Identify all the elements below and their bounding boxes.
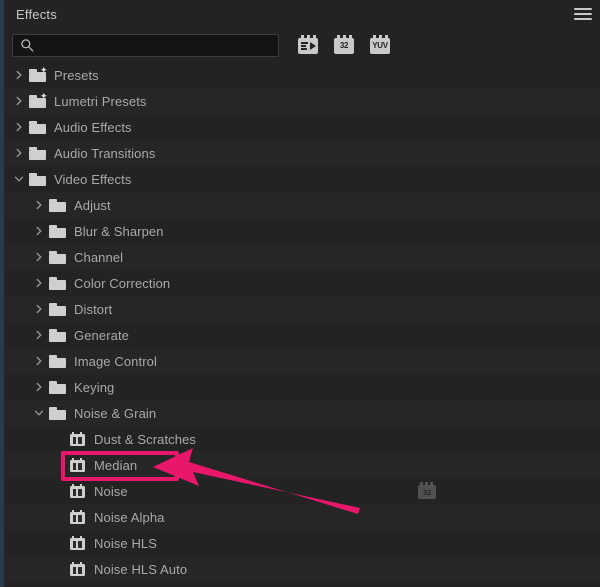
tree-folder-item[interactable]: ✦ Lumetri Presets (4, 88, 600, 114)
folder-icon (26, 172, 48, 186)
tree-item-label: Presets (54, 67, 99, 83)
tree-item-label: Audio Effects (54, 119, 132, 135)
chevron-right-icon[interactable] (32, 328, 46, 342)
preset-folder-icon: ✦ (26, 91, 48, 108)
chevron-right-icon[interactable] (32, 354, 46, 368)
tree-item-label: Channel (74, 249, 124, 265)
tree-item-label: Noise HLS Auto (94, 561, 188, 577)
folder-icon (46, 198, 68, 212)
32-bit-badge-icon: 32 (417, 482, 437, 500)
panel-titlebar: Effects (4, 0, 600, 28)
chevron-right-icon[interactable] (32, 380, 46, 394)
effect-item[interactable]: Noise HLS Auto (4, 556, 600, 582)
effect-item[interactable]: Median (4, 452, 600, 478)
chip-yuv-label: YUV (372, 41, 388, 50)
tree-item-label: Distort (74, 301, 113, 317)
tree-folder-item[interactable]: Audio Transitions (4, 140, 600, 166)
chevron-right-icon[interactable] (12, 94, 26, 108)
twisty-spacer (52, 458, 66, 472)
folder-icon (46, 276, 68, 290)
hamburger-menu-icon[interactable] (574, 6, 592, 22)
effects-panel: Effects 32 YUV ✦ Presets ✦ Lumetri Prese… (0, 0, 600, 587)
search-box[interactable] (12, 33, 279, 57)
effect-icon (66, 458, 88, 472)
effect-icon (66, 484, 88, 498)
tree-item-label: Keying (74, 379, 115, 395)
search-input[interactable] (13, 34, 278, 56)
effect-item[interactable]: Dust & Scratches (4, 426, 600, 452)
tree-item-label: Noise HLS (94, 535, 158, 551)
folder-icon (46, 380, 68, 394)
tree-item-label: Adjust (74, 197, 111, 213)
accelerated-effects-filter[interactable] (297, 35, 319, 55)
yuv-color-filter[interactable]: YUV (369, 35, 391, 55)
tree-folder-item[interactable]: Generate (4, 322, 600, 348)
tree-item-label: Noise & Grain (74, 405, 157, 421)
chevron-right-icon[interactable] (12, 120, 26, 134)
chevron-right-icon[interactable] (12, 68, 26, 82)
effect-icon (66, 562, 88, 576)
twisty-spacer (52, 562, 66, 576)
folder-icon (46, 354, 68, 368)
tree-item-label: Noise Alpha (94, 509, 165, 525)
chevron-right-icon[interactable] (32, 250, 46, 264)
chevron-right-icon[interactable] (32, 276, 46, 290)
effect-item[interactable]: Noise HLS (4, 530, 600, 556)
tree-folder-item[interactable]: Color Correction (4, 270, 600, 296)
folder-icon (26, 146, 48, 160)
effect-icon (66, 432, 88, 446)
folder-icon (46, 302, 68, 316)
tree-item-label: Video Effects (54, 171, 132, 187)
effects-tree: ✦ Presets ✦ Lumetri Presets Audio Effects Aud… (4, 62, 600, 582)
chevron-right-icon[interactable] (12, 146, 26, 160)
effect-icon (66, 510, 88, 524)
twisty-spacer (52, 536, 66, 550)
preset-folder-icon: ✦ (26, 65, 48, 82)
tree-item-label: Noise (94, 483, 128, 499)
tree-item-label: Median (94, 457, 138, 473)
filter-chips: 32 YUV (297, 35, 391, 55)
32-bit-color-filter[interactable]: 32 (333, 35, 355, 55)
chip-32-label: 32 (339, 41, 349, 50)
chevron-down-icon[interactable] (32, 406, 46, 420)
tree-folder-item[interactable]: Distort (4, 296, 600, 322)
tree-item-label: Lumetri Presets (54, 93, 147, 109)
twisty-spacer (52, 432, 66, 446)
tree-item-label: Image Control (74, 353, 157, 369)
tree-folder-item[interactable]: Noise & Grain (4, 400, 600, 426)
tree-item-label: Dust & Scratches (94, 431, 197, 447)
tree-folder-item[interactable]: Video Effects (4, 166, 600, 192)
twisty-spacer (52, 510, 66, 524)
tree-item-label: Color Correction (74, 275, 171, 291)
chevron-down-icon[interactable] (12, 172, 26, 186)
search-icon (21, 38, 34, 52)
effect-item[interactable]: Noise 32 (4, 478, 600, 504)
folder-icon (46, 406, 68, 420)
page-title: Effects (16, 6, 57, 22)
tree-folder-item[interactable]: Audio Effects (4, 114, 600, 140)
twisty-spacer (52, 484, 66, 498)
chevron-right-icon[interactable] (32, 198, 46, 212)
folder-icon (46, 224, 68, 238)
tree-item-label: Audio Transitions (54, 145, 156, 161)
effect-item[interactable]: Noise Alpha (4, 504, 600, 530)
tree-folder-item[interactable]: Blur & Sharpen (4, 218, 600, 244)
folder-icon (46, 250, 68, 264)
tree-folder-item[interactable]: Adjust (4, 192, 600, 218)
tree-folder-item[interactable]: Keying (4, 374, 600, 400)
chevron-right-icon[interactable] (32, 224, 46, 238)
chevron-right-icon[interactable] (32, 302, 46, 316)
folder-icon (46, 328, 68, 342)
tree-folder-item[interactable]: Image Control (4, 348, 600, 374)
search-toolbar: 32 YUV (4, 28, 600, 62)
tree-folder-item[interactable]: ✦ Presets (4, 62, 600, 88)
folder-icon (26, 120, 48, 134)
tree-item-label: Generate (74, 327, 130, 343)
tree-folder-item[interactable]: Channel (4, 244, 600, 270)
tree-item-label: Blur & Sharpen (74, 223, 164, 239)
effect-icon (66, 536, 88, 550)
